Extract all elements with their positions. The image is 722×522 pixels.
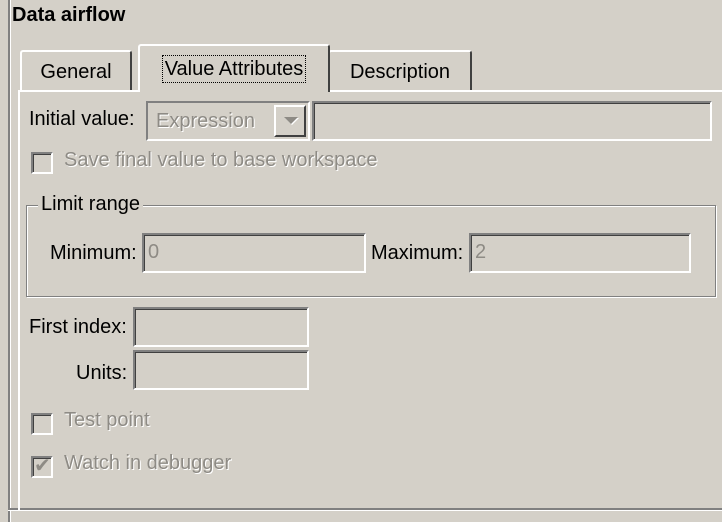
dialog: Data airflow General Value Attributes De…: [0, 0, 722, 522]
tab-value-attributes-label: Value Attributes: [161, 55, 307, 83]
tab-general-label: General: [40, 61, 112, 83]
tab-general[interactable]: General: [20, 50, 132, 90]
frame-left-edge: [8, 0, 11, 522]
dialog-title: Data airflow: [12, 4, 126, 26]
tab-panel: [18, 90, 722, 510]
tab-description[interactable]: Description: [328, 50, 472, 90]
tab-value-attributes[interactable]: Value Attributes: [138, 44, 330, 92]
tab-description-label: Description: [349, 61, 451, 83]
